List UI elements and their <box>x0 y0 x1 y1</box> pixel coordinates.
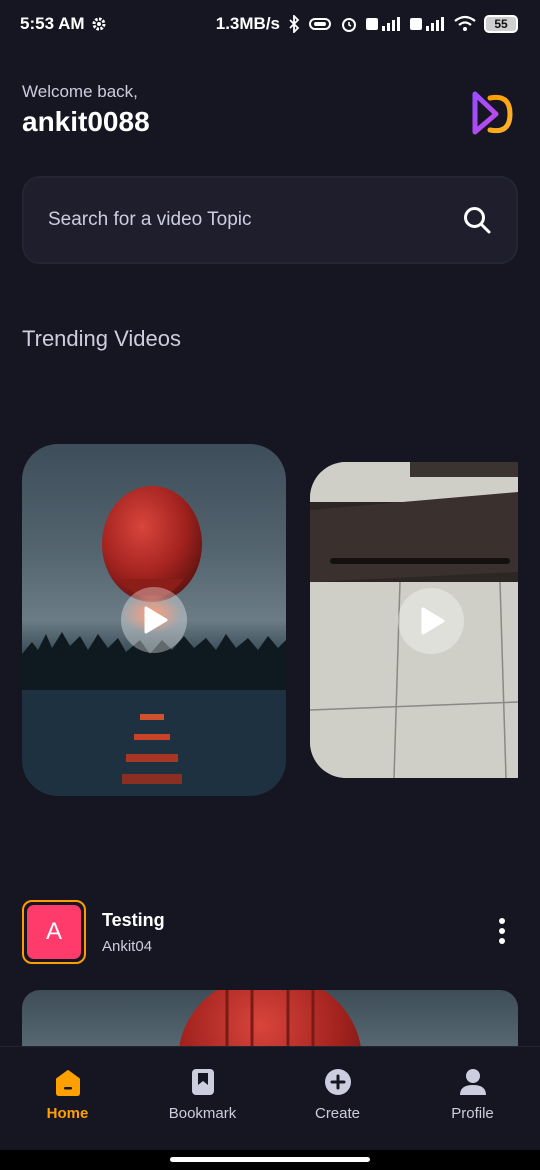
status-bar: 5:53 AM 1.3MB/s 55 <box>0 0 540 48</box>
tab-home[interactable]: Home <box>0 1067 135 1122</box>
bookmark-icon <box>191 1069 214 1095</box>
tab-bookmark-label: Bookmark <box>168 1105 237 1122</box>
bottom-tab-bar: Home Bookmark Create Profile <box>0 1046 540 1150</box>
bluetooth-icon <box>288 15 300 33</box>
volte-signal-2-icon <box>410 15 446 33</box>
search-box[interactable] <box>22 176 518 264</box>
alarm-icon <box>340 15 358 33</box>
tab-home-label: Home <box>46 1105 89 1122</box>
avatar[interactable]: A <box>22 900 86 964</box>
home-indicator[interactable] <box>170 1157 370 1162</box>
post-author: Ankit04 <box>102 938 153 955</box>
network-speed: 1.3MB/s <box>215 14 280 33</box>
settings-gear-icon <box>91 16 107 32</box>
volte-signal-icon <box>366 15 402 33</box>
username: ankit0088 <box>22 106 150 137</box>
trending-video-card-2[interactable] <box>310 462 518 778</box>
trending-title: Trending Videos <box>22 326 181 351</box>
trending-video-card[interactable] <box>22 444 286 796</box>
tab-create-label: Create <box>314 1105 361 1122</box>
post-title: Testing <box>102 910 165 930</box>
search-input[interactable] <box>48 209 462 231</box>
search-icon[interactable] <box>462 205 492 235</box>
play-button-2[interactable] <box>398 588 464 654</box>
play-button[interactable] <box>121 587 187 653</box>
play-icon <box>144 606 168 634</box>
profile-icon <box>459 1069 486 1095</box>
vibrate-icon <box>308 17 332 31</box>
battery-icon: 55 <box>484 15 518 33</box>
plus-circle-icon <box>324 1069 351 1095</box>
welcome-text: Welcome back, <box>22 82 138 101</box>
play-icon <box>421 607 445 635</box>
tab-profile-label: Profile <box>451 1105 494 1122</box>
app-logo-icon <box>472 91 513 135</box>
wifi-icon <box>454 15 476 33</box>
tab-create[interactable]: Create <box>270 1067 405 1122</box>
more-options-icon[interactable] <box>494 916 510 946</box>
home-icon <box>55 1070 80 1096</box>
battery-level: 55 <box>494 17 508 31</box>
tab-profile[interactable]: Profile <box>405 1067 540 1122</box>
avatar-letter: A <box>27 905 81 959</box>
status-time: 5:53 AM <box>20 14 85 33</box>
tab-bookmark[interactable]: Bookmark <box>135 1067 270 1122</box>
